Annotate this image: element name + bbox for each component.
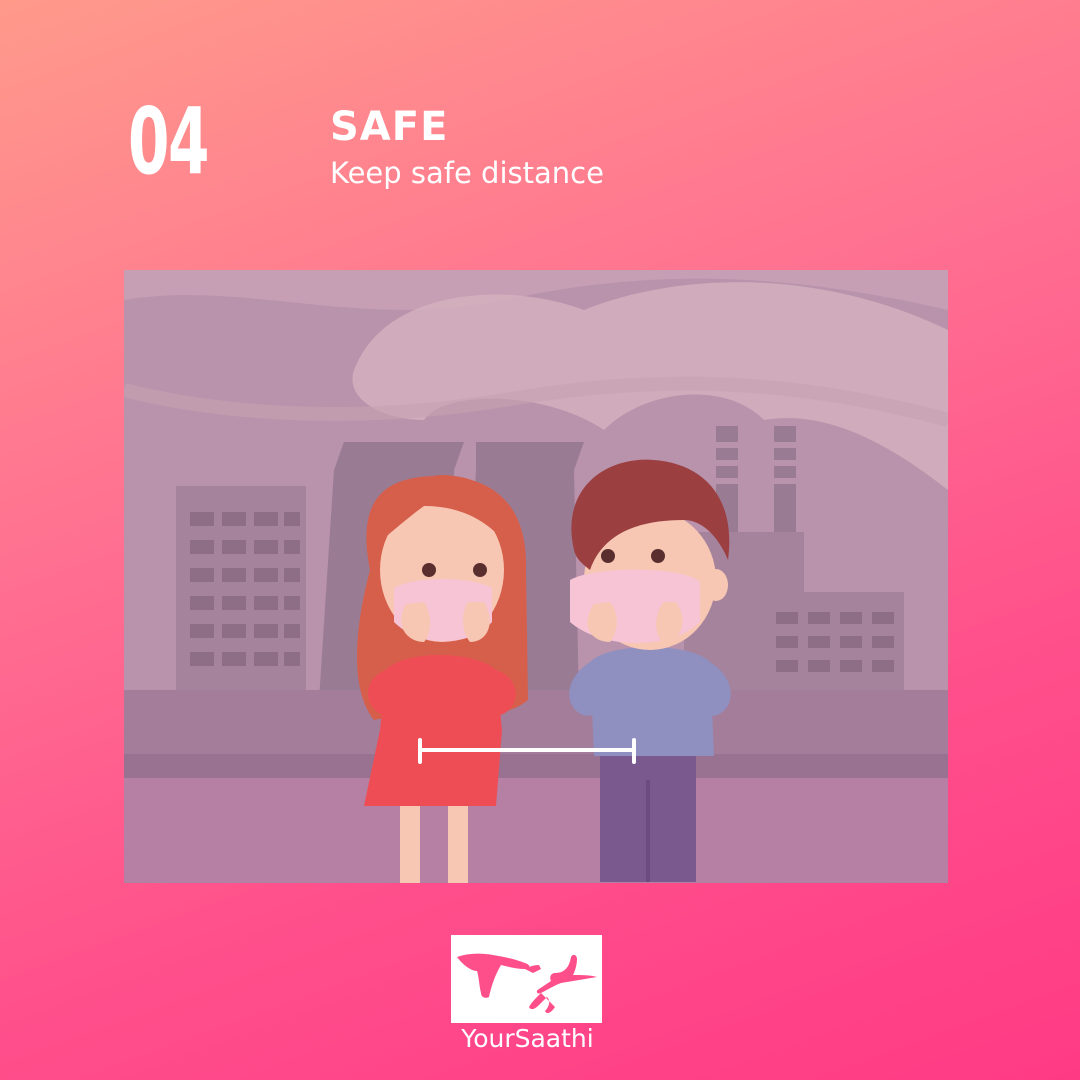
safe-distance-illustration — [124, 270, 948, 883]
girl-legs — [400, 800, 420, 883]
boy-eye — [651, 549, 665, 563]
brand-logo — [451, 935, 602, 1023]
boy-legs-gap — [646, 780, 650, 882]
girl-eye — [422, 563, 436, 577]
ground — [124, 778, 948, 883]
boy-mask — [570, 569, 700, 643]
boy-eye — [601, 549, 615, 563]
helping-hands-icon — [457, 953, 597, 1014]
boy-ear — [704, 569, 728, 601]
page-subtitle: Keep safe distance — [330, 156, 604, 190]
wall-top-stripe — [124, 754, 948, 778]
girl-eye — [473, 563, 487, 577]
page-title: SAFE — [330, 104, 449, 150]
girl-legs — [448, 800, 468, 883]
brand-name: YourSaathi — [461, 1024, 594, 1053]
step-number: 04 — [128, 88, 209, 195]
wall — [124, 690, 948, 755]
